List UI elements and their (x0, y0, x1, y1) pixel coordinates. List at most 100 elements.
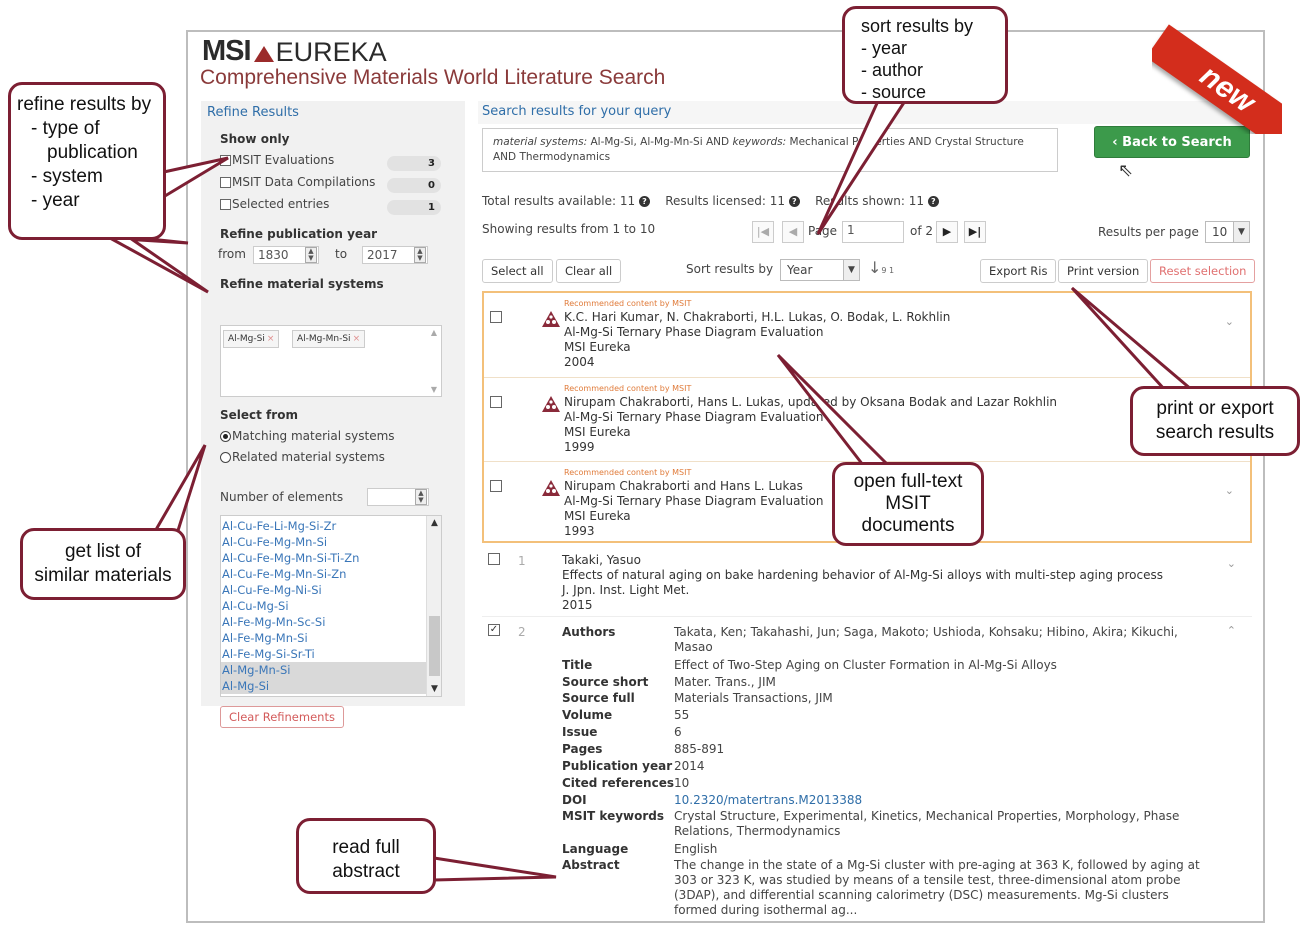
scroll-down-icon[interactable]: ▼ (431, 385, 437, 394)
page-input[interactable]: 1 (842, 221, 904, 243)
select-all-button[interactable]: Select all (482, 259, 553, 283)
year-from-spinner[interactable]: ▲ ▼ (305, 247, 317, 263)
last-page-icon[interactable]: ▶| (964, 221, 986, 243)
item-title[interactable]: Al-Mg-Si Ternary Phase Diagram Evaluatio… (564, 410, 823, 424)
material-item[interactable]: Al-Fe-Mg-Si-Sr-Ti (221, 646, 426, 662)
query-systems: Al-Mg-Si, Al-Mg-Mn-Si AND (587, 136, 733, 148)
query-label: keywords: (732, 136, 787, 148)
system-tag[interactable]: Al-Mg-Si × (223, 330, 280, 348)
abstract-value[interactable]: The change in the state of a Mg-Si clust… (674, 858, 1204, 918)
recommended-item[interactable]: Recommended content by MSIT K.C. Hari Ku… (484, 293, 1250, 377)
info-icon[interactable]: ? (638, 196, 650, 207)
title-label: Title (562, 658, 593, 672)
checkbox[interactable] (490, 396, 502, 408)
msi-eureka-logo[interactable]: MSI EUREKA (202, 35, 387, 68)
first-page-icon[interactable]: |◀ (752, 221, 774, 243)
material-item[interactable]: Al-Cu-Fe-Li-Mg-Si-Zr (221, 518, 426, 534)
radio-related-systems[interactable]: Related material systems (220, 450, 385, 464)
result-title[interactable]: Effects of natural aging on bake hardeni… (562, 568, 1163, 582)
sort-select[interactable]: Year ▼ (780, 259, 860, 281)
checkbox[interactable] (490, 480, 502, 492)
clear-all-button[interactable]: Clear all (556, 259, 622, 283)
filter-selected-entries[interactable]: Selected entries (220, 197, 329, 211)
result-source: J. Jpn. Inst. Light Met. (562, 583, 690, 597)
export-ris-button[interactable]: Export Ris (980, 259, 1057, 283)
remove-tag-icon[interactable]: × (267, 334, 275, 344)
item-year: 1999 (564, 440, 595, 454)
chevron-down-icon: ▼ (1233, 222, 1249, 242)
item-authors[interactable]: Nirupam Chakraborti and Hans L. Lukas (564, 479, 803, 493)
callout-text: - system (31, 166, 103, 187)
sort-label: Sort results by (686, 262, 774, 276)
remove-tag-icon[interactable]: × (353, 334, 361, 344)
doi-link[interactable]: 10.2320/matertrans.M2013388 (674, 793, 1204, 808)
sort-direction-icon[interactable]: ↓9 1 (868, 258, 894, 277)
material-item-selected[interactable]: Al-Mg-Mn-Si (221, 662, 426, 678)
source-short-label: Source short (562, 675, 649, 689)
checkbox[interactable] (220, 176, 231, 188)
scroll-up-icon[interactable]: ▲ (427, 518, 441, 528)
filter-msit-data-compilations[interactable]: MSIT Data Compilations (220, 175, 375, 189)
material-item[interactable]: Al-Cu-Fe-Mg-Mn-Si-Ti-Zn (221, 550, 426, 566)
per-page-select[interactable]: 10 ▼ (1205, 221, 1250, 243)
result-item[interactable]: 1 Takaki, Yasuo Effects of natural aging… (482, 547, 1252, 617)
material-item[interactable]: Al-Fe-Mg-Mn-Sc-Si (221, 614, 426, 630)
chevron-down-icon[interactable]: ⌄ (1225, 315, 1234, 328)
item-year: 2004 (564, 355, 595, 369)
result-item-expanded[interactable]: ✓ 2 ⌃ Authors Takata, Ken; Takahashi, Ju… (482, 620, 1252, 920)
source-full-label: Source full (562, 691, 635, 705)
logo-eureka-text: EUREKA (275, 37, 387, 67)
count-badge: 3 (387, 156, 441, 171)
info-icon[interactable]: ? (788, 196, 800, 207)
scroll-down-icon[interactable]: ▼ (427, 684, 441, 694)
item-title[interactable]: Al-Mg-Si Ternary Phase Diagram Evaluatio… (564, 325, 823, 339)
chevron-up-icon[interactable]: ⌃ (1227, 624, 1236, 637)
info-icon[interactable]: ? (927, 196, 939, 207)
list-scrollbar[interactable]: ▲ ▼ (426, 516, 441, 696)
title-value: Effect of Two-Step Aging on Cluster Form… (674, 658, 1057, 672)
reset-selection-button[interactable]: Reset selection (1150, 259, 1256, 283)
material-item[interactable]: Al-Cu-Fe-Mg-Mn-Si-Zn (221, 566, 426, 582)
scrollbar-thumb[interactable] (429, 616, 440, 676)
checkbox-checked[interactable]: ✓ (488, 624, 500, 636)
scroll-up-icon[interactable]: ▲ (431, 328, 437, 337)
total-results: Total results available: 11 (482, 194, 636, 208)
chevron-down-icon[interactable]: ⌄ (1227, 557, 1236, 570)
material-item[interactable]: Al-Fe-Mg-Mn-Si (221, 630, 426, 646)
checkbox[interactable] (490, 311, 502, 323)
material-item[interactable]: Al-Cu-Mg-Si (221, 598, 426, 614)
next-page-icon[interactable]: ▶ (936, 221, 958, 243)
filter-msit-evaluations[interactable]: MSIT Evaluations (220, 153, 334, 167)
callout-text: - author (861, 60, 924, 80)
abstract-label: Abstract (562, 858, 620, 872)
radio-matching-systems[interactable]: Matching material systems (220, 429, 395, 443)
callout-text: refine results by (17, 94, 152, 115)
item-authors[interactable]: K.C. Hari Kumar, N. Chakraborti, H.L. Lu… (564, 310, 950, 324)
material-item[interactable]: Al-Cu-Fe-Mg-Mn-Si (221, 534, 426, 550)
material-systems-list[interactable]: Al-Cu-Fe-Li-Mg-Si-Zr Al-Cu-Fe-Mg-Mn-Si A… (220, 515, 442, 697)
item-title[interactable]: Al-Mg-Si Ternary Phase Diagram Evaluatio… (564, 494, 823, 508)
new-ribbon: new (1152, 4, 1282, 134)
chevron-down-icon[interactable]: ⌄ (1225, 484, 1234, 497)
checkbox[interactable] (220, 154, 231, 166)
material-item-selected[interactable]: Al-Mg-Si (221, 678, 426, 694)
item-authors[interactable]: Nirupam Chakraborti, Hans L. Lukas, upda… (564, 395, 1057, 409)
radio-button[interactable] (220, 451, 231, 463)
checkbox[interactable] (220, 198, 231, 210)
prev-page-icon[interactable]: ◀ (782, 221, 804, 243)
volume-label: Volume (562, 708, 613, 722)
material-item[interactable]: Al-Cu-Fe-Mg-Ni-Si (221, 582, 426, 598)
pubyear-value: 2014 (674, 759, 705, 773)
elements-spinner[interactable]: ▲ ▼ (415, 489, 427, 505)
radio-button[interactable] (220, 430, 231, 442)
item-source: MSI Eureka (564, 509, 631, 523)
checkbox[interactable] (488, 553, 500, 565)
radio-label: Related material systems (232, 450, 385, 464)
system-tag[interactable]: Al-Mg-Mn-Si × (292, 330, 366, 348)
cited-label: Cited references (562, 776, 674, 790)
print-version-button[interactable]: Print version (1058, 259, 1149, 283)
system-tags-box[interactable]: Al-Mg-Si × Al-Mg-Mn-Si × ▲ ▼ (220, 325, 442, 397)
year-to-spinner[interactable]: ▲ ▼ (414, 247, 426, 263)
clear-refinements-button[interactable]: Clear Refinements (220, 706, 344, 728)
logo-msi-text: MSI (202, 35, 252, 67)
